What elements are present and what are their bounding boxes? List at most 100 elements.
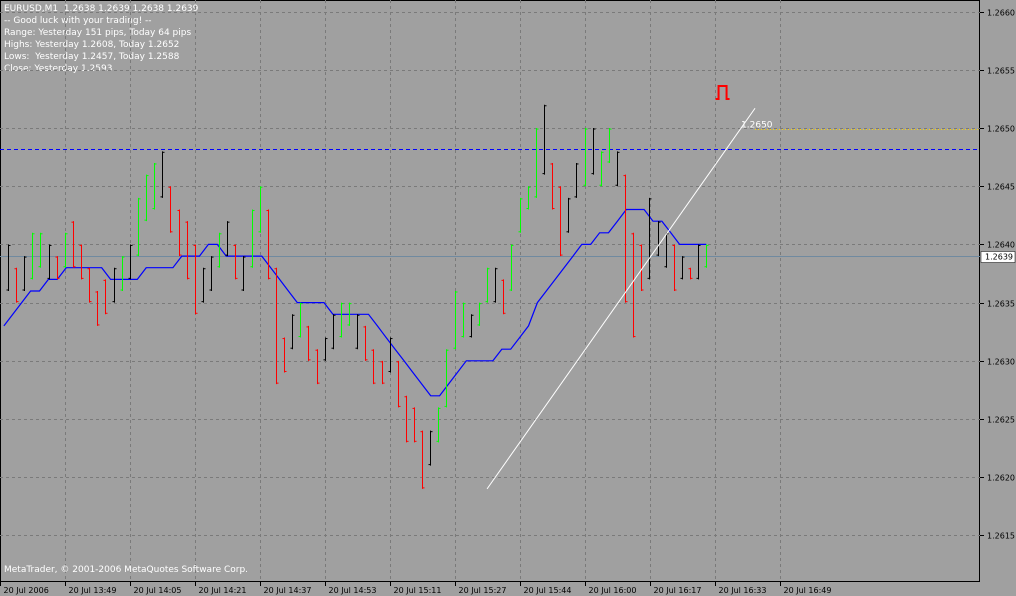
trendline[interactable] <box>486 107 756 490</box>
x-tick-label: 20 Jul 14:37 <box>264 586 312 595</box>
ohlc-bar <box>63 232 68 268</box>
y-tick-label: 1.2660 <box>987 9 1015 18</box>
ohlc-bar <box>599 151 604 187</box>
ohlc-bar <box>518 197 523 233</box>
ohlc-bar <box>331 314 336 350</box>
ohlc-bar <box>250 209 255 268</box>
grid <box>0 0 980 582</box>
ohlc-bar <box>534 128 539 198</box>
ohlc-bar <box>436 407 441 443</box>
ohlc-bar <box>485 267 490 303</box>
x-tick-label: 20 Jul 2006 <box>4 586 49 595</box>
ohlc-bar <box>371 349 376 385</box>
ohlc-bar <box>444 349 449 408</box>
ohlc-bar <box>47 244 52 280</box>
ohlc-bar <box>298 302 303 338</box>
ohlc-bar <box>688 267 693 280</box>
ohlc-bar <box>623 174 628 303</box>
ohlc-bar <box>404 395 409 443</box>
ohlc-bar <box>566 197 571 233</box>
x-tick-label: 20 Jul 15:27 <box>459 586 507 595</box>
ohlc-bar <box>380 360 385 385</box>
ohlc-bar <box>258 186 263 233</box>
ohlc-bar <box>591 128 596 175</box>
ohlc-bar <box>201 267 206 303</box>
ohlc-bar <box>477 302 482 326</box>
y-tick-label: 1.2615 <box>987 532 1015 541</box>
ohlc-bar <box>420 430 425 489</box>
y-tick-label: 1.2645 <box>987 183 1015 192</box>
x-tick-label: 20 Jul 14:53 <box>329 586 377 595</box>
ohlc-bar <box>558 186 563 257</box>
ohlc-bar <box>14 267 19 303</box>
ohlc-bar <box>290 314 295 350</box>
ohlc-bar <box>363 325 368 361</box>
ohlc-bar <box>672 244 677 291</box>
x-tick-label: 20 Jul 16:00 <box>589 586 637 595</box>
x-tick-label: 20 Jul 13:49 <box>69 586 117 595</box>
ohlc-bar <box>664 232 669 268</box>
ohlc-bar <box>112 267 117 303</box>
trendline-layer[interactable]: 1.2650 <box>486 107 980 490</box>
y-tick-label: 1.2630 <box>987 358 1015 367</box>
y-tick-label: 1.2625 <box>987 416 1015 425</box>
y-tick-label: 1.2620 <box>987 474 1015 483</box>
ohlc-bar <box>323 337 328 361</box>
signal-marker-icon <box>715 85 730 100</box>
ohlc-bar <box>22 256 27 291</box>
ohlc-bar <box>38 232 43 268</box>
ohlc-bar <box>680 256 685 280</box>
ohlc-bar <box>631 232 636 338</box>
ohlc-bar <box>152 162 157 210</box>
ohlc-bar <box>428 430 433 466</box>
ohlc-bar <box>120 256 125 291</box>
ohlc-bar <box>574 162 579 198</box>
ohlc-bar <box>412 407 417 443</box>
x-tick-label: 20 Jul 15:11 <box>394 586 442 595</box>
ohlc-bar <box>461 302 466 338</box>
ohlc-bar <box>103 279 108 315</box>
ohlc-bar <box>339 302 344 338</box>
ohlc-bar <box>469 314 474 338</box>
plot-border <box>0 0 980 582</box>
ohlc-bar <box>217 232 222 268</box>
ohlc-bar <box>388 337 393 373</box>
signal-layer <box>715 85 730 100</box>
x-tick-label: 20 Jul 16:17 <box>654 586 702 595</box>
ohlc-bar <box>266 209 271 280</box>
ohlc-bar <box>144 174 149 222</box>
ohlc-bar <box>315 349 320 385</box>
ohlc-bar <box>542 104 547 175</box>
axes: 1.2660 1.2655 1.2650 1.2645 1.2640 1.2635 1.26… <box>0 9 1016 595</box>
ohlc-bar <box>55 256 60 280</box>
ohlc-bar <box>509 244 514 291</box>
ohlc-bar <box>160 151 165 198</box>
ohlc-bar <box>79 244 84 280</box>
price-chart[interactable]: 1.2650 1.26601.26551.26501.26451.26401.2… <box>0 0 1016 596</box>
ohlc-bar <box>87 267 92 303</box>
y-tick-label: 1.2635 <box>987 300 1015 309</box>
ohlc-bar <box>241 256 246 291</box>
ohlc-bar <box>185 221 190 280</box>
ohlc-bar <box>453 291 458 350</box>
y-tick-label: 1.2650 <box>987 125 1015 134</box>
ohlc-bar <box>136 197 141 257</box>
x-tick-label: 20 Jul 16:49 <box>784 586 832 595</box>
moving-average-line <box>3 208 707 397</box>
ohlc-bar <box>396 360 401 408</box>
ohlc-bar <box>493 267 498 303</box>
ohlc-bar <box>168 186 173 233</box>
ohlc-bar <box>607 128 612 163</box>
ohlc-bar <box>209 256 214 291</box>
ohlc-bar <box>583 128 588 187</box>
ohlc-bar <box>225 221 230 257</box>
ohlc-bar <box>355 314 360 350</box>
x-tick-label: 20 Jul 15:44 <box>524 586 572 595</box>
ohlc-bar <box>696 244 701 280</box>
y-tick-label: 1.2655 <box>987 67 1015 76</box>
ohlc-bar <box>274 267 279 385</box>
x-tick-label: 20 Jul 14:21 <box>199 586 247 595</box>
ohlc-bar <box>128 244 133 280</box>
moving-average <box>3 208 707 397</box>
ohlc-bar <box>656 221 661 257</box>
